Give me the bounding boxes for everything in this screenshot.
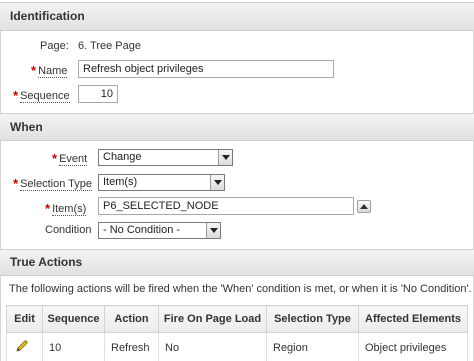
when-title: When: [10, 120, 43, 134]
sequence-cell: 10: [42, 332, 105, 361]
table-row: 10 Refresh No Region Object privileges: [6, 332, 468, 361]
chevron-down-icon[interactable]: [210, 175, 224, 190]
affected-elements-cell: Object privileges: [358, 332, 468, 361]
identification-header: Identification: [0, 2, 474, 31]
pencil-icon[interactable]: [15, 339, 29, 356]
page-value: 6. Tree Page: [78, 40, 141, 52]
sequence-field[interactable]: 10: [78, 85, 118, 103]
required-marker: *: [45, 201, 51, 216]
event-select[interactable]: Change: [98, 149, 233, 166]
event-select-value: Change: [103, 151, 142, 163]
required-marker: *: [52, 151, 58, 166]
column-header-selection-type[interactable]: Selection Type: [266, 305, 359, 333]
condition-select-value: - No Condition -: [103, 224, 181, 236]
required-marker: *: [31, 63, 37, 78]
panel-border: [0, 276, 1, 361]
column-header-action[interactable]: Action: [104, 305, 159, 333]
chevron-down-icon[interactable]: [206, 223, 220, 238]
true-actions-title: True Actions: [10, 255, 83, 269]
name-field[interactable]: Refresh object privileges: [78, 60, 334, 78]
selection-type-cell: Region: [266, 332, 359, 361]
selection-type-label: * Selection Type: [13, 176, 93, 191]
chevron-down-icon[interactable]: [218, 150, 232, 165]
event-label: * Event: [52, 151, 88, 166]
table-header-row: Edit Sequence Action Fire On Page Load S…: [6, 305, 468, 333]
page-label: Page:: [40, 40, 69, 52]
name-label: * Name: [31, 63, 68, 78]
selection-type-select-value: Item(s): [103, 176, 138, 188]
true-actions-header: True Actions: [0, 249, 474, 276]
panel-border: [0, 141, 1, 249]
column-header-edit[interactable]: Edit: [6, 305, 43, 333]
required-marker: *: [13, 176, 19, 191]
edit-cell[interactable]: [6, 332, 43, 361]
fire-on-page-load-cell: No: [158, 332, 267, 361]
action-cell: Refresh: [104, 332, 159, 361]
panel-border: [0, 31, 1, 113]
condition-label: Condition: [45, 224, 92, 236]
chevron-up-icon[interactable]: [357, 200, 371, 213]
sequence-label: * Sequence: [13, 88, 70, 103]
true-actions-description: The following actions will be fired when…: [9, 283, 472, 295]
identification-title: Identification: [10, 9, 85, 23]
required-marker: *: [13, 88, 19, 103]
when-header: When: [0, 113, 474, 141]
selection-type-select[interactable]: Item(s): [98, 174, 225, 191]
column-header-affected-elements[interactable]: Affected Elements: [358, 305, 468, 333]
condition-select[interactable]: - No Condition -: [98, 222, 221, 239]
column-header-sequence[interactable]: Sequence: [42, 305, 105, 333]
true-actions-table: Edit Sequence Action Fire On Page Load S…: [6, 305, 468, 361]
items-field[interactable]: P6_SELECTED_NODE: [98, 197, 354, 215]
column-header-fire-on-page-load[interactable]: Fire On Page Load: [158, 305, 267, 333]
items-label: * Item(s): [45, 201, 87, 216]
